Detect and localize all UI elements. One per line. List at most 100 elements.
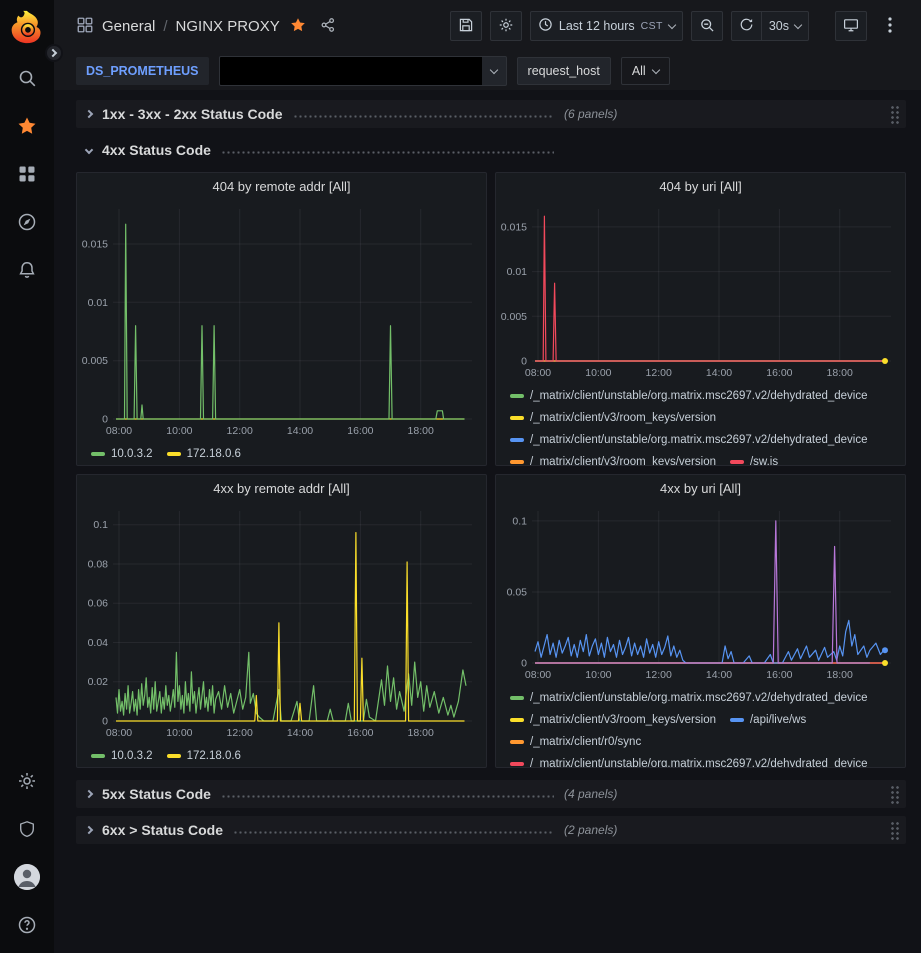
- chevron-down-icon: [85, 146, 93, 154]
- shield-icon: [18, 819, 36, 839]
- variable-label-request-host[interactable]: request_host: [517, 57, 611, 85]
- dashboard-settings-button[interactable]: [490, 11, 522, 41]
- row-drag-handle[interactable]: [890, 105, 900, 124]
- panel-title[interactable]: 4xx by remote addr [All]: [77, 475, 486, 501]
- svg-text:12:00: 12:00: [227, 425, 253, 437]
- clock-icon: [538, 17, 553, 35]
- sidebar-item-search[interactable]: [0, 54, 54, 102]
- legend-item[interactable]: /_matrix/client/unstable/org.matrix.msc2…: [510, 429, 868, 451]
- apps-grid-icon: [17, 164, 37, 184]
- time-series-chart-4xx-by-remote-addr[interactable]: 00.020.040.060.080.108:0010:0012:0014:00…: [77, 501, 486, 741]
- share-icon[interactable]: [320, 17, 336, 36]
- time-series-chart-404-by-remote-addr[interactable]: 00.0050.010.01508:0010:0012:0014:0016:00…: [77, 199, 486, 439]
- sidebar-expand-button[interactable]: [45, 44, 63, 62]
- request-host-value-dropdown[interactable]: All: [621, 57, 670, 85]
- panel-legend: /_matrix/client/unstable/org.matrix.msc2…: [496, 683, 905, 767]
- legend-item[interactable]: /_matrix/client/v3/room_keys/version: [510, 709, 716, 731]
- refresh-button-group: 30s: [731, 11, 809, 41]
- legend-swatch: [730, 460, 744, 464]
- row-title-wrap: 4xx Status Code: [102, 142, 564, 158]
- panel-404-by-remote-addr: 404 by remote addr [All] 00.0050.010.015…: [76, 172, 487, 466]
- variable-label-ds-prometheus[interactable]: DS_PROMETHEUS: [76, 57, 209, 85]
- legend-item[interactable]: /_matrix/client/r0/sync: [510, 731, 641, 753]
- dashboard-row-6xx[interactable]: 6xx > Status Code (2 panels): [76, 816, 906, 844]
- chart-svg: 00.050.108:0010:0012:0014:0016:0018:00: [496, 501, 905, 683]
- timezone-label: CST: [641, 20, 663, 32]
- legend-swatch: [91, 754, 105, 758]
- sidebar-item-alerting[interactable]: [0, 246, 54, 294]
- svg-text:14:00: 14:00: [706, 367, 732, 379]
- legend-swatch: [510, 416, 524, 420]
- legend-swatch: [510, 762, 524, 766]
- svg-text:0.005: 0.005: [82, 355, 108, 367]
- sidebar-item-server-admin[interactable]: [0, 805, 54, 853]
- legend-item[interactable]: /sw.js: [730, 451, 778, 465]
- sidebar-item-dashboards[interactable]: [0, 150, 54, 198]
- grafana-logo[interactable]: [8, 8, 46, 46]
- legend-item[interactable]: /_matrix/client/unstable/org.matrix.msc2…: [510, 753, 868, 767]
- sidebar-item-explore[interactable]: [0, 198, 54, 246]
- panel-4xx-by-uri: 4xx by uri [All] 00.050.108:0010:0012:00…: [495, 474, 906, 768]
- dashboards-grid-icon: [76, 16, 94, 37]
- svg-text:12:00: 12:00: [646, 367, 672, 379]
- legend-item[interactable]: /_matrix/client/unstable/org.matrix.msc2…: [510, 385, 868, 407]
- gear-icon: [498, 17, 514, 36]
- legend-item[interactable]: 10.0.3.2: [91, 443, 153, 465]
- panel-legend: 10.0.3.2 172.18.0.6: [77, 741, 486, 767]
- kebab-menu-button[interactable]: [875, 11, 905, 41]
- svg-text:16:00: 16:00: [766, 669, 792, 681]
- time-series-chart-404-by-uri[interactable]: 00.0050.010.01508:0010:0012:0014:0016:00…: [496, 199, 905, 381]
- zoom-out-time-button[interactable]: [691, 11, 723, 41]
- svg-text:0.01: 0.01: [507, 266, 528, 278]
- user-avatar: [14, 864, 40, 890]
- panel-title[interactable]: 404 by uri [All]: [496, 173, 905, 199]
- legend-item[interactable]: 10.0.3.2: [91, 745, 153, 767]
- svg-text:08:00: 08:00: [525, 367, 551, 379]
- variables-bar: DS_PROMETHEUS request_host All: [54, 52, 921, 90]
- sidebar-item-profile[interactable]: [0, 853, 54, 901]
- legend-item[interactable]: /_matrix/client/v3/room_keys/version: [510, 451, 716, 465]
- legend-swatch: [510, 696, 524, 700]
- panel-title[interactable]: 4xx by uri [All]: [496, 475, 905, 501]
- row-drag-handle[interactable]: [890, 821, 900, 840]
- datasource-select[interactable]: [219, 56, 507, 86]
- sidebar-item-starred[interactable]: [0, 102, 54, 150]
- legend-item[interactable]: 172.18.0.6: [167, 745, 241, 767]
- legend-item[interactable]: /api/live/ws: [730, 709, 806, 731]
- svg-text:0.1: 0.1: [512, 515, 527, 527]
- panel-legend: /_matrix/client/unstable/org.matrix.msc2…: [496, 381, 905, 465]
- row-title: 6xx > Status Code: [102, 822, 223, 838]
- save-dashboard-button[interactable]: [450, 11, 482, 41]
- sidebar-item-configuration[interactable]: [0, 757, 54, 805]
- svg-text:10:00: 10:00: [585, 669, 611, 681]
- grafana-app: General / NGINX PROXY: [0, 0, 921, 953]
- legend-label: /_matrix/client/unstable/org.matrix.msc2…: [530, 385, 868, 407]
- cycle-view-mode-button[interactable]: [835, 11, 867, 41]
- time-range-picker[interactable]: Last 12 hours CST: [530, 11, 683, 41]
- row-title: 4xx Status Code: [102, 142, 211, 158]
- legend-item[interactable]: /_matrix/client/v3/room_keys/version: [510, 407, 716, 429]
- svg-text:18:00: 18:00: [827, 669, 853, 681]
- dashboard-row-5xx[interactable]: 5xx Status Code (4 panels): [76, 780, 906, 808]
- row-drag-handle[interactable]: [890, 785, 900, 804]
- dotted-leader: [221, 795, 554, 798]
- refresh-button[interactable]: [731, 11, 762, 41]
- main-area: General / NGINX PROXY: [54, 0, 921, 953]
- dashboard-row-4xx[interactable]: 4xx Status Code: [76, 136, 906, 164]
- legend-label: 10.0.3.2: [111, 745, 153, 767]
- refresh-interval-dropdown[interactable]: 30s: [761, 11, 809, 41]
- legend-item[interactable]: /_matrix/client/unstable/org.matrix.msc2…: [510, 687, 868, 709]
- star-icon: [17, 116, 37, 136]
- legend-item[interactable]: 172.18.0.6: [167, 443, 241, 465]
- panel-title[interactable]: 404 by remote addr [All]: [77, 173, 486, 199]
- dotted-leader: [293, 115, 554, 118]
- sidebar-item-help[interactable]: [0, 901, 54, 949]
- dashboard-row-1xx-3xx-2xx[interactable]: 1xx - 3xx - 2xx Status Code (6 panels): [76, 100, 906, 128]
- toolbar-right: Last 12 hours CST 30s: [450, 11, 905, 41]
- time-series-chart-4xx-by-uri[interactable]: 00.050.108:0010:0012:0014:0016:0018:00: [496, 501, 905, 683]
- svg-text:14:00: 14:00: [287, 727, 313, 739]
- svg-text:14:00: 14:00: [706, 669, 732, 681]
- legend-label: /sw.js: [750, 451, 778, 465]
- breadcrumb-folder[interactable]: General: [102, 18, 155, 35]
- favorite-star-icon[interactable]: [290, 17, 306, 36]
